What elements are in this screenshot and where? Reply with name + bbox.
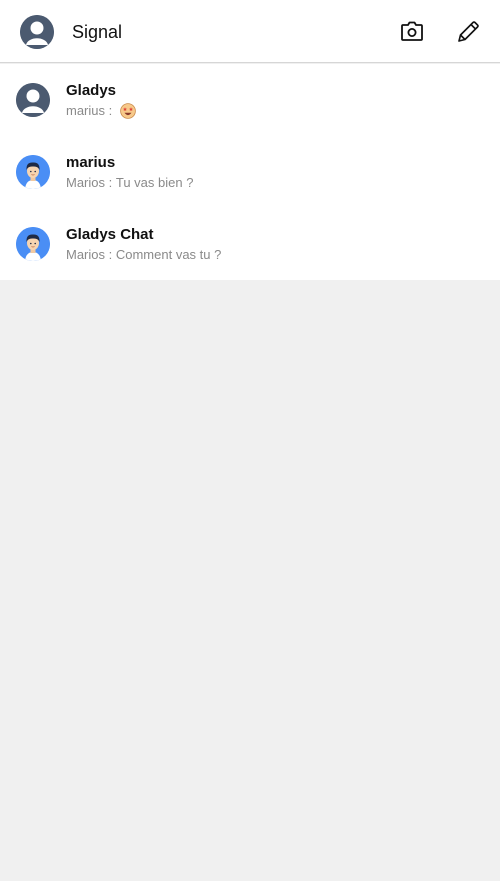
profile-avatar-button[interactable] <box>20 15 54 49</box>
chat-preview: Marios : Tu vas bien ? <box>66 175 193 191</box>
app-title: Signal <box>72 22 123 42</box>
chat-item-marius[interactable]: marius Marios : Tu vas bien ? <box>0 136 500 208</box>
user-avatar-icon <box>20 15 54 49</box>
compose-button[interactable] <box>454 18 482 46</box>
chat-name: marius <box>66 154 116 171</box>
camera-button[interactable] <box>398 18 426 46</box>
preview-separator: : <box>105 103 116 118</box>
preview-separator: : <box>105 247 116 262</box>
chat-name: Gladys Chat <box>66 226 154 243</box>
chat-preview: Marios : Comment vas tu ? <box>66 247 221 263</box>
chat-preview: marius : <box>66 103 136 119</box>
avatar <box>16 155 50 189</box>
star-struck-emoji-icon <box>120 103 136 119</box>
person-avatar-icon <box>16 155 50 189</box>
preview-sender: Marios <box>66 247 106 262</box>
preview-message: Comment vas tu ? <box>115 247 222 262</box>
preview-separator: : <box>105 175 116 190</box>
app-window: Signal Gladys marius: marius Marios: T… <box>0 0 500 881</box>
chat-item-gladys[interactable]: Gladys marius : <box>0 64 500 136</box>
chat-item-gladys-chat[interactable]: Gladys Chat Marios : Comment vas tu ? <box>0 208 500 280</box>
person-avatar-icon <box>16 227 50 261</box>
camera-icon <box>401 21 423 41</box>
chat-list: Gladys marius : marius Marios: Tu vas b… <box>0 64 500 280</box>
preview-sender: marius <box>66 103 106 118</box>
header: Signal <box>0 0 500 63</box>
preview-message: Tu vas bien ? <box>115 175 194 190</box>
chat-name: Gladys <box>66 82 117 99</box>
default-avatar-icon <box>16 83 50 117</box>
avatar <box>16 227 50 261</box>
preview-sender: Marios <box>66 175 106 190</box>
avatar <box>16 83 50 117</box>
pencil-icon <box>458 21 479 42</box>
